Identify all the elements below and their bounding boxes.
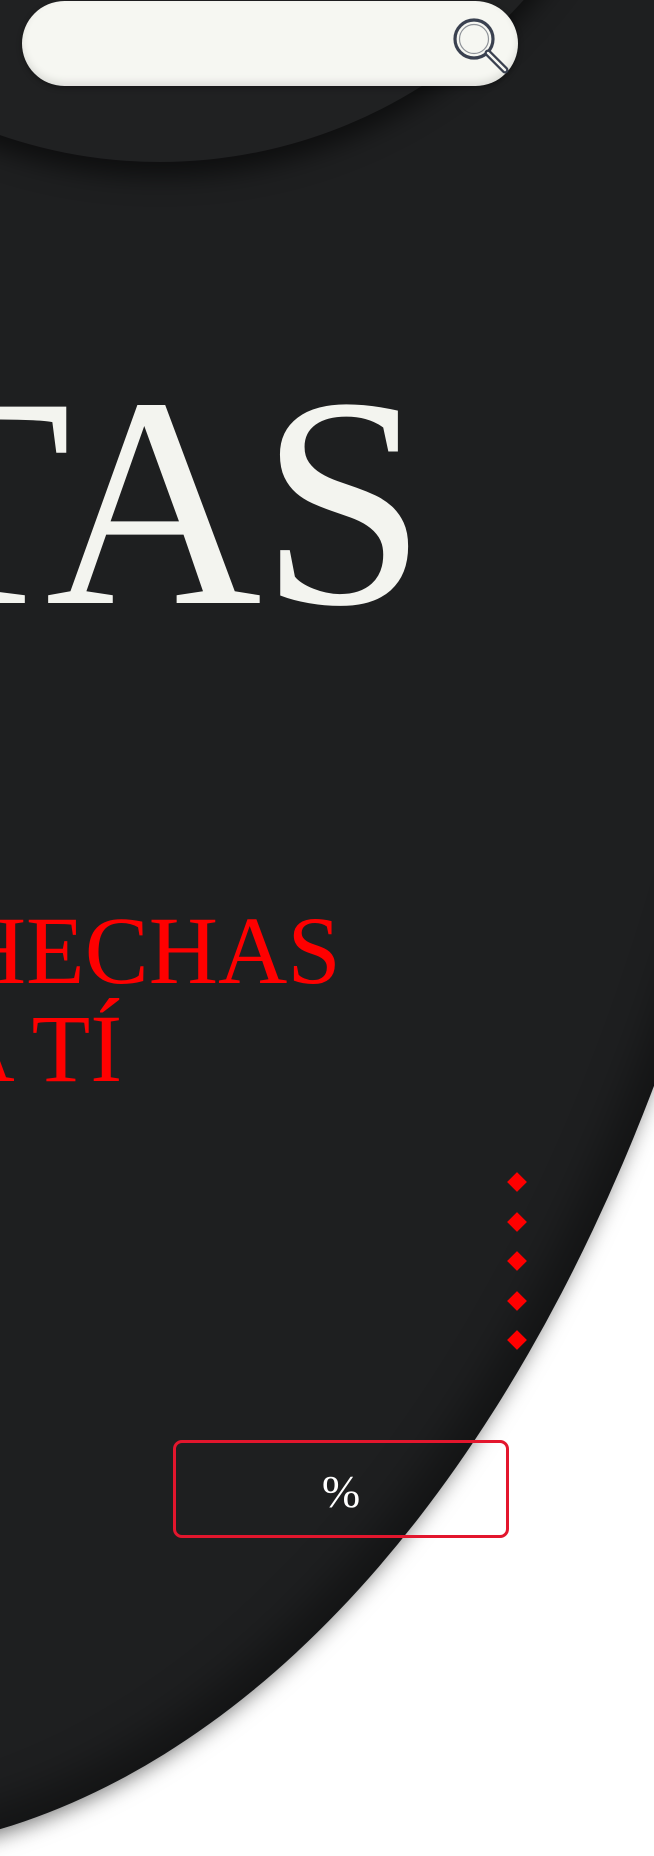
search-icon[interactable] <box>450 15 512 77</box>
offer-button[interactable]: % <box>173 1440 509 1538</box>
search-bar[interactable] <box>22 1 518 86</box>
page: TAS AS HECHAS ARA TÍ % <box>0 0 654 1856</box>
hero-subtitle-line-1: AS HECHAS <box>0 897 341 1004</box>
carousel-dot-4[interactable] <box>507 1291 527 1311</box>
carousel-dot-2[interactable] <box>507 1212 527 1232</box>
search-input[interactable] <box>56 21 430 68</box>
hero-subtitle: AS HECHAS ARA TÍ <box>0 902 650 1098</box>
hero-subtitle-line-2: ARA TÍ <box>0 995 123 1102</box>
hero-title: TAS <box>0 336 427 668</box>
carousel-dot-1[interactable] <box>507 1172 527 1192</box>
carousel-dot-5[interactable] <box>507 1330 527 1350</box>
carousel-dot-3[interactable] <box>507 1251 527 1271</box>
carousel-dots <box>507 1172 528 1362</box>
